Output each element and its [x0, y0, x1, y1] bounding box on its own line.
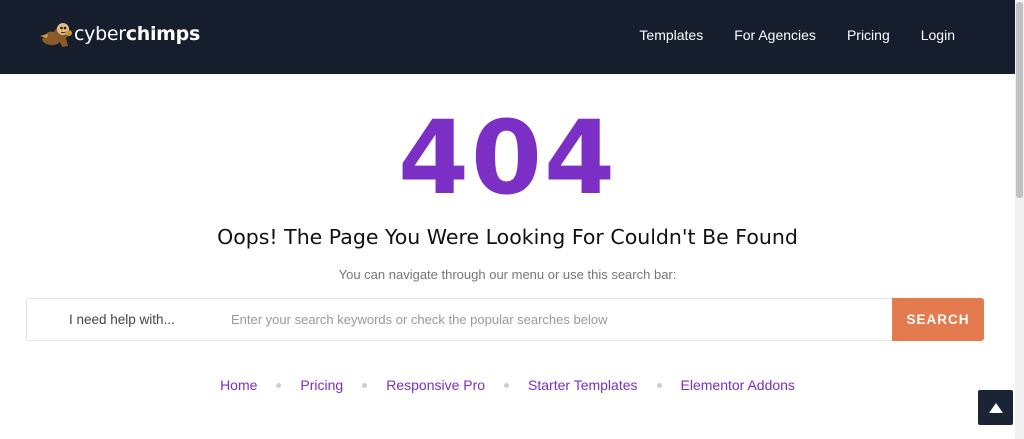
separator-dot — [362, 382, 368, 388]
scrollbar-thumb[interactable] — [1016, 2, 1023, 198]
separator-dot — [276, 382, 282, 388]
link-pricing[interactable]: Pricing — [300, 377, 343, 393]
search-label: I need help with... — [69, 312, 175, 327]
separator-dot — [656, 382, 662, 388]
error-headline: Oops! The Page You Were Looking For Coul… — [217, 225, 798, 249]
nav-login[interactable]: Login — [921, 27, 955, 43]
back-to-top-button[interactable] — [978, 390, 1013, 425]
nav-for-agencies[interactable]: For Agencies — [734, 27, 816, 43]
nav-pricing[interactable]: Pricing — [847, 27, 890, 43]
link-home[interactable]: Home — [220, 377, 257, 393]
site-header: cyberchimps Templates For Agencies Prici… — [0, 0, 1015, 74]
error-subtext: You can navigate through our menu or use… — [338, 267, 677, 282]
main-nav: Templates For Agencies Pricing Login — [608, 0, 955, 70]
nav-templates[interactable]: Templates — [639, 27, 703, 43]
error-code: 404 — [398, 99, 617, 218]
triangle-up-icon — [988, 402, 1003, 413]
brand-logo[interactable]: cyberchimps — [38, 15, 200, 53]
link-responsive-pro[interactable]: Responsive Pro — [386, 377, 485, 393]
separator-dot — [504, 382, 510, 388]
chimp-mascot-icon — [40, 23, 72, 47]
search-input[interactable] — [231, 299, 881, 340]
brand-wordmark: cyberchimps — [74, 22, 200, 45]
link-starter-templates[interactable]: Starter Templates — [528, 377, 637, 393]
page-scrollbar[interactable] — [1015, 0, 1024, 439]
search-button[interactable]: SEARCH — [892, 298, 984, 341]
link-elementor-addons[interactable]: Elementor Addons — [681, 377, 795, 393]
search-form: I need help with... SEARCH — [26, 298, 984, 341]
popular-links: Home Pricing Responsive Pro Starter Temp… — [0, 377, 1015, 393]
